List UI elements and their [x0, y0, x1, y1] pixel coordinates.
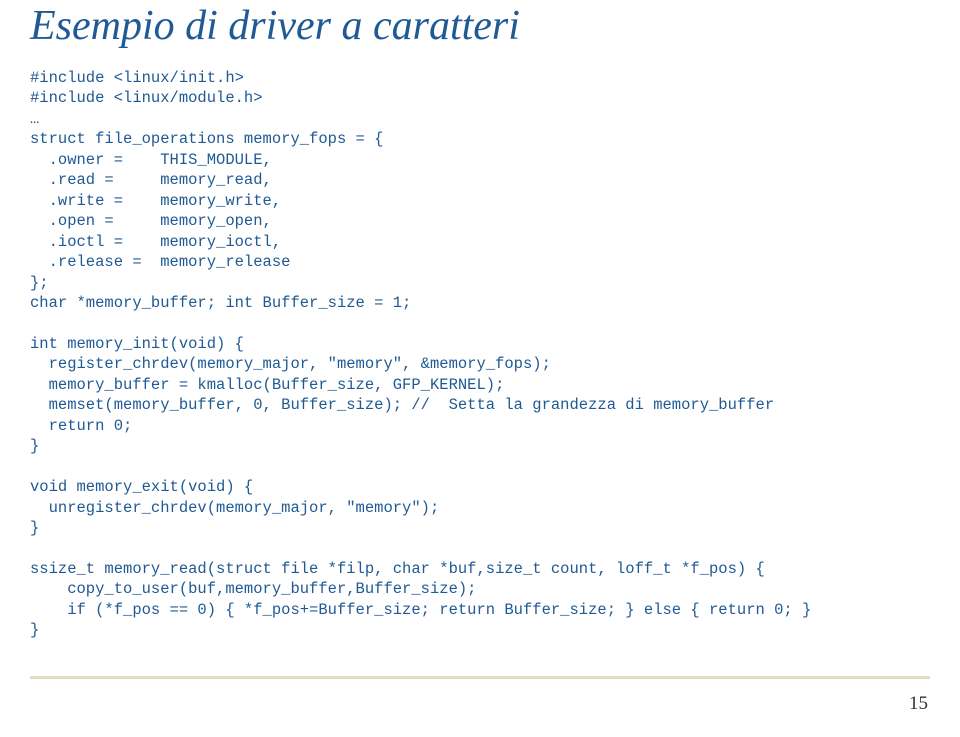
slide-container: Esempio di driver a caratteri #include <… — [0, 0, 960, 737]
slide-title: Esempio di driver a caratteri — [30, 0, 930, 50]
page-number: 15 — [909, 693, 928, 715]
horizontal-rule — [30, 676, 930, 679]
code-block: #include <linux/init.h> #include <linux/… — [30, 68, 930, 641]
